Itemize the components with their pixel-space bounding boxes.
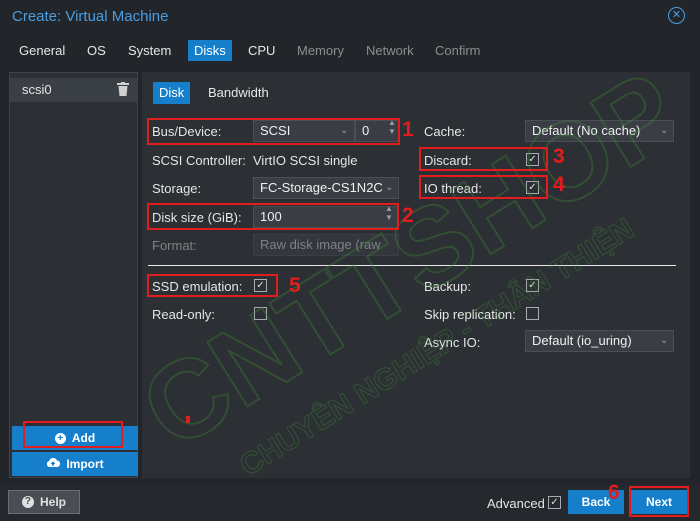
tab-network: Network [366,43,414,58]
chevron-down-icon: ⌄ [660,125,669,136]
annotation-box-bus-device [147,118,400,145]
scsi-controller-label: SCSI Controller: [152,153,246,168]
storage-select[interactable]: FC-Storage-CS1N2C ⌄ [253,177,399,199]
annotation-mark [186,416,190,423]
tab-confirm: Confirm [435,43,481,58]
annotation-box-next [629,486,689,517]
tab-system[interactable]: System [122,40,177,61]
annotation-box-discard [419,147,548,171]
format-select: Raw disk image (raw [253,234,399,256]
annotation-box-add [23,421,123,448]
tab-memory: Memory [297,43,344,58]
async-io-label: Async IO: [424,335,481,350]
annotation-number: 3 [553,145,565,168]
import-disk-button[interactable]: Import [12,452,138,476]
annotation-box-ssd [147,274,278,297]
read-only-label: Read-only: [152,307,215,322]
storage-label: Storage: [152,181,202,196]
trash-icon[interactable] [117,82,129,96]
format-label: Format: [152,238,197,253]
backup-label: Backup: [424,279,471,294]
annotation-number: 2 [402,204,414,227]
annotation-number: 4 [553,173,565,196]
advanced-label: Advanced [487,496,545,511]
close-icon[interactable]: ✕ [668,7,685,24]
tab-general[interactable]: General [13,40,71,61]
tab-os[interactable]: OS [81,40,112,61]
scsi-controller-value: VirtIO SCSI single [253,153,358,168]
annotation-box-disk-size [147,203,399,230]
cloud-upload-icon [46,457,61,471]
tab-cpu[interactable]: CPU [242,40,281,61]
chevron-down-icon: ⌄ [660,335,669,346]
annotation-number: 5 [289,274,301,297]
skip-replication-checkbox[interactable] [526,307,539,320]
disk-list-panel [9,72,138,478]
tab-disks[interactable]: Disks [188,40,232,61]
annotation-number: 6 [608,481,620,504]
annotation-number: 1 [402,118,414,141]
window-title: Create: Virtual Machine [12,8,169,25]
async-io-select[interactable]: Default (io_uring) ⌄ [525,330,674,352]
skip-replication-label: Skip replication: [424,307,516,322]
backup-checkbox[interactable]: ✓ [526,279,539,292]
chevron-down-icon: ⌄ [385,182,394,193]
subtab-bandwidth[interactable]: Bandwidth [202,82,275,104]
annotation-box-io-thread [419,175,548,199]
help-icon: ? [21,496,34,508]
cache-label: Cache: [424,124,466,139]
advanced-checkbox[interactable]: ✓ [548,496,561,509]
subtab-disk[interactable]: Disk [153,82,191,104]
read-only-checkbox[interactable] [254,307,267,320]
cache-select[interactable]: Default (No cache) ⌄ [525,120,674,142]
section-divider [148,265,676,266]
help-button[interactable]: ? Help [8,490,80,514]
